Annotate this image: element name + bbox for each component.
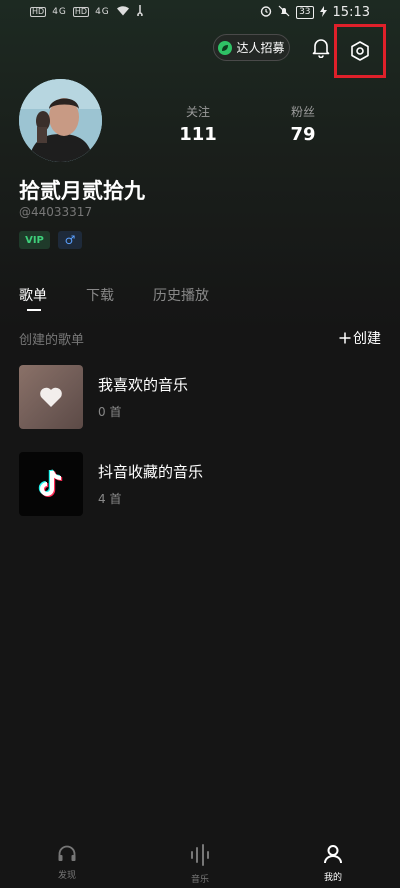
status-left: HD 4G HD 4G xyxy=(30,5,144,19)
gender-badge: ♂ xyxy=(58,231,82,249)
battery-indicator: 33 xyxy=(296,6,314,19)
follow-count: 111 xyxy=(179,124,217,145)
nav-discover-label: 发现 xyxy=(57,871,76,881)
fans-label: 粉丝 xyxy=(290,105,315,119)
playlist-info: 我喜欢的音乐 0 首 xyxy=(98,374,188,420)
settings-button[interactable] xyxy=(334,24,386,78)
playlist-cover-liked xyxy=(19,365,83,429)
heart-icon xyxy=(40,387,62,407)
user-icon xyxy=(324,845,342,864)
playlist-name: 抖音收藏的音乐 xyxy=(98,463,204,481)
status-right: 33 15:13 xyxy=(260,5,370,20)
follow-stat[interactable]: 关注 111 xyxy=(163,103,233,145)
user-avatar[interactable] xyxy=(19,79,102,162)
fans-stat[interactable]: 粉丝 79 xyxy=(268,103,338,145)
hd-indicator-1: HD xyxy=(30,7,47,17)
plus-icon xyxy=(339,332,351,344)
user-badges: VIP ♂ xyxy=(19,231,82,249)
audio-wave-icon xyxy=(191,844,209,866)
bell-icon xyxy=(312,39,330,59)
tab-history[interactable]: 历史播放 xyxy=(153,285,209,305)
nav-music-label: 音乐 xyxy=(190,875,209,885)
playlist-cover-douyin xyxy=(19,452,83,516)
clock: 15:13 xyxy=(332,5,370,20)
talent-recruit-label: 达人招募 xyxy=(236,41,285,55)
tab-downloads[interactable]: 下载 xyxy=(86,285,114,305)
fans-count: 79 xyxy=(290,124,316,145)
douyin-logo-icon xyxy=(38,469,63,497)
nav-discover[interactable]: 发现 xyxy=(37,844,97,881)
mute-icon xyxy=(278,5,290,20)
create-playlist-label: 创建 xyxy=(353,331,381,347)
playlist-name: 我喜欢的音乐 xyxy=(98,376,189,394)
charging-icon xyxy=(319,5,327,20)
profile-tabs: 歌单 下载 历史播放 xyxy=(19,285,248,311)
tab-playlists[interactable]: 歌单 xyxy=(19,285,47,311)
avatar-image xyxy=(19,79,102,162)
playlist-item-liked[interactable]: 我喜欢的音乐 0 首 xyxy=(19,365,381,429)
vip-badge[interactable]: VIP xyxy=(19,231,50,249)
bottom-nav: 发现 音乐 我的 xyxy=(0,838,400,888)
nav-music[interactable]: 音乐 xyxy=(170,844,230,885)
alarm-icon xyxy=(260,5,272,20)
leaf-icon xyxy=(218,40,233,55)
playlist-info: 抖音收藏的音乐 4 首 xyxy=(98,461,203,507)
username: 拾贰月贰拾九 xyxy=(19,179,145,203)
notification-icon xyxy=(136,5,144,19)
signal-indicator-2: 4G xyxy=(95,7,110,17)
signal-indicator-1: 4G xyxy=(52,7,67,17)
user-id: @44033317 xyxy=(19,205,93,219)
settings-hexagon-icon xyxy=(351,41,369,61)
created-playlists-title: 创建的歌单 xyxy=(19,333,85,348)
playlist-count: 4 首 xyxy=(98,492,122,506)
playlist-item-douyin[interactable]: 抖音收藏的音乐 4 首 xyxy=(19,452,381,516)
nav-mine-label: 我的 xyxy=(323,873,342,883)
playlist-count: 0 首 xyxy=(98,405,122,419)
nav-mine[interactable]: 我的 xyxy=(303,844,363,883)
notification-bell-button[interactable] xyxy=(310,36,332,59)
follow-label: 关注 xyxy=(185,105,210,119)
headphones-icon xyxy=(58,845,76,861)
hd-indicator-2: HD xyxy=(72,7,90,17)
create-playlist-button[interactable]: 创建 xyxy=(339,328,381,348)
wifi-icon xyxy=(116,5,130,19)
talent-recruit-button[interactable]: 达人招募 xyxy=(213,34,290,61)
